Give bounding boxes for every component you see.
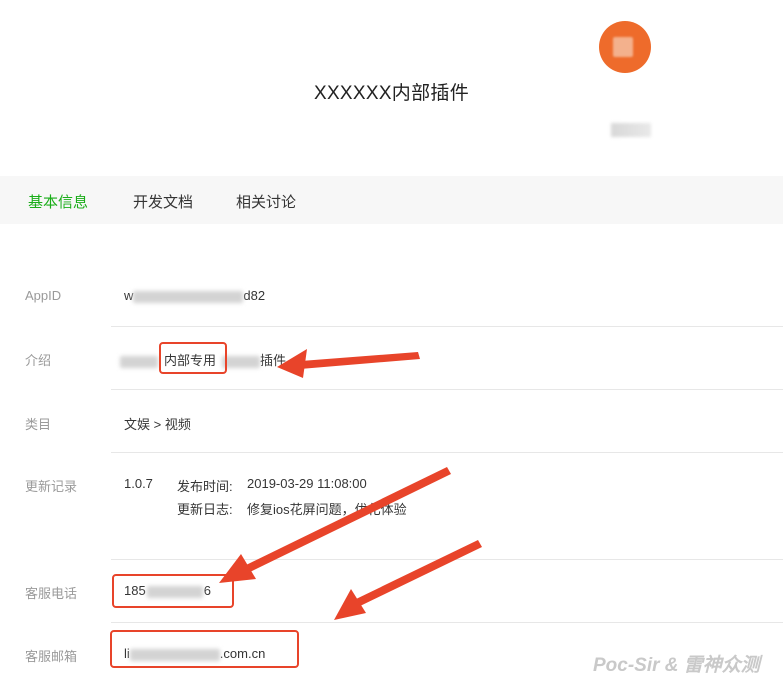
annotation-arrow [219, 467, 451, 583]
annotation-arrow [334, 540, 482, 620]
annotation-arrow [277, 349, 420, 378]
annotation-arrows [219, 349, 482, 620]
